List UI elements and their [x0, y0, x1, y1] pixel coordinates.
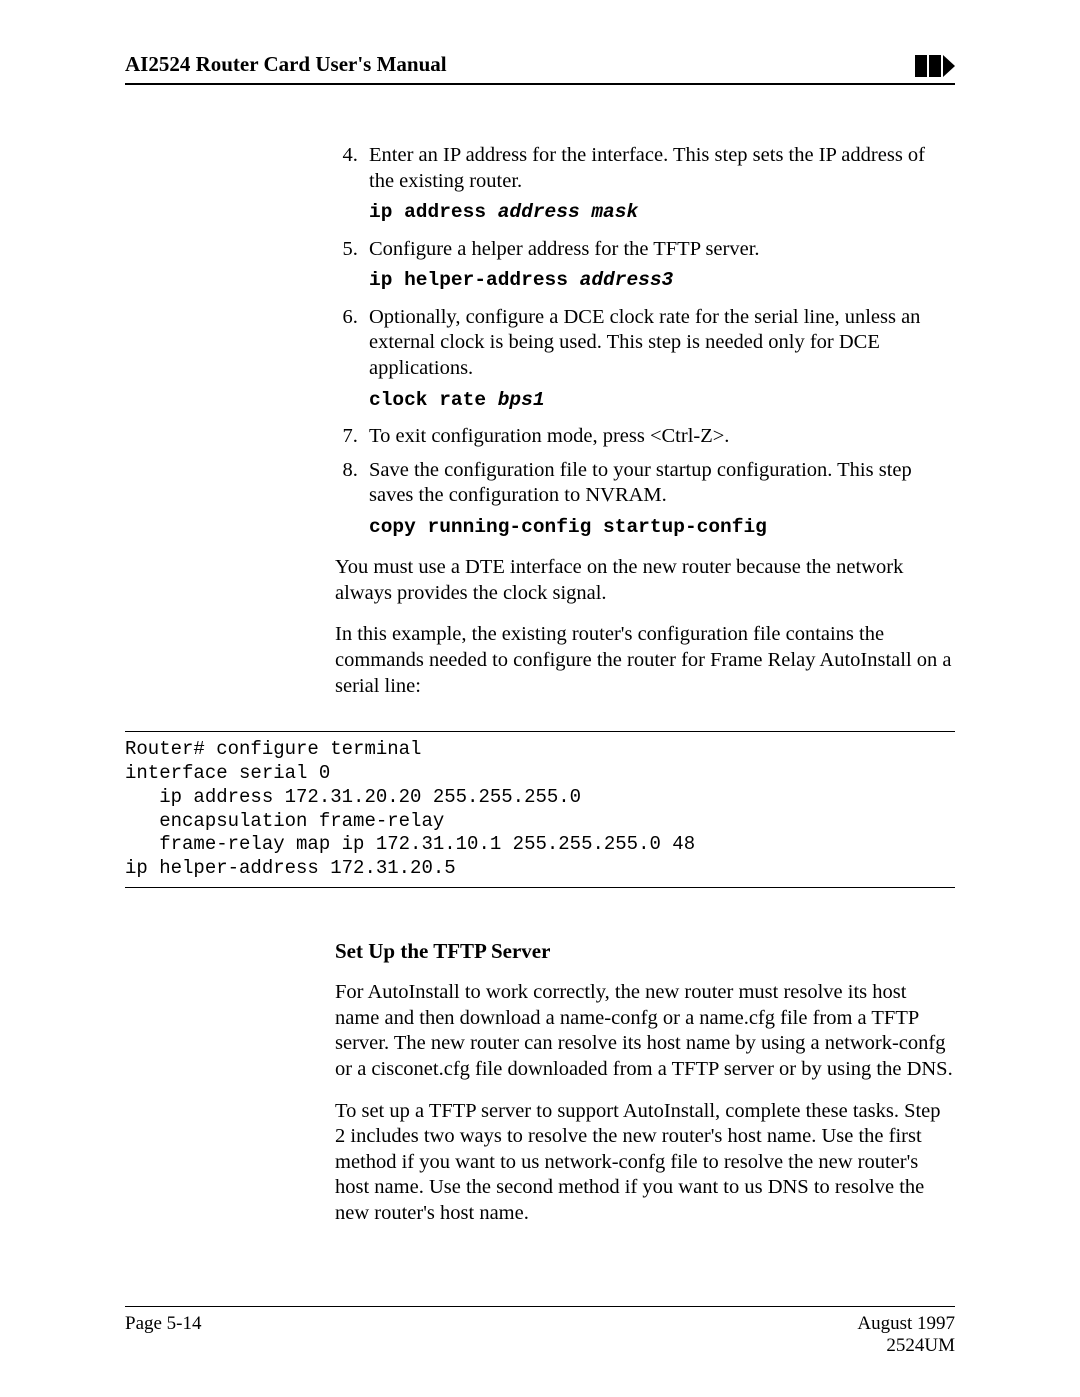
step-7-text: To exit configuration mode, press <Ctrl-… [369, 424, 955, 450]
footer-date: August 1997 [857, 1313, 955, 1335]
body-paragraph-2: In this example, the existing router's c… [335, 622, 955, 699]
step-8: Save the configuration file to your star… [363, 458, 955, 540]
step-8-text: Save the configuration file to your star… [369, 458, 955, 509]
cmd-arg: bps1 [498, 389, 545, 411]
step-6: Optionally, configure a DCE clock rate f… [363, 305, 955, 412]
step-5-command: ip helper-address address3 [369, 268, 955, 292]
footer-row: Page 5-14 August 1997 2524UM [125, 1306, 955, 1357]
step-4-command: ip address address mask [369, 200, 955, 224]
cmd-keyword: ip helper-address [369, 269, 568, 291]
step-4: Enter an IP address for the interface. T… [363, 143, 955, 225]
section-paragraph-2: To set up a TFTP server to support AutoI… [335, 1099, 955, 1227]
cmd-keyword: ip address [369, 201, 486, 223]
step-8-command: copy running-config startup-config [369, 515, 955, 539]
page-content: Enter an IP address for the interface. T… [125, 143, 955, 1227]
header-title: AI2524 Router Card User's Manual [125, 52, 447, 77]
step-5: Configure a helper address for the TFTP … [363, 237, 955, 293]
step-list: Enter an IP address for the interface. T… [335, 143, 955, 539]
step-5-text: Configure a helper address for the TFTP … [369, 237, 955, 263]
cmd-arg: address3 [580, 269, 674, 291]
page-header: AI2524 Router Card User's Manual [125, 52, 955, 85]
step-4-text: Enter an IP address for the interface. T… [369, 143, 955, 194]
body-paragraph-1: You must use a DTE interface on the new … [335, 555, 955, 606]
step-6-text: Optionally, configure a DCE clock rate f… [369, 305, 955, 382]
footer-page-number: Page 5-14 [125, 1313, 202, 1357]
code-block: Router# configure terminal interface ser… [125, 738, 955, 881]
footer-docnum: 2524UM [857, 1335, 955, 1357]
section-paragraph-1: For AutoInstall to work correctly, the n… [335, 980, 955, 1083]
page-footer: Page 5-14 August 1997 2524UM [125, 1306, 955, 1357]
divider-bottom [125, 887, 955, 888]
footer-right: August 1997 2524UM [857, 1313, 955, 1357]
step-6-command: clock rate bps1 [369, 388, 955, 412]
cmd-arg: address mask [498, 201, 638, 223]
brand-logo-icon [915, 55, 955, 77]
section-heading: Set Up the TFTP Server [335, 938, 955, 964]
divider-top [125, 731, 955, 732]
code-example: Router# configure terminal interface ser… [125, 731, 955, 888]
page: AI2524 Router Card User's Manual Enter a… [0, 0, 1080, 1397]
cmd-keyword: copy running-config startup-config [369, 516, 767, 538]
cmd-keyword: clock rate [369, 389, 486, 411]
step-7: To exit configuration mode, press <Ctrl-… [363, 424, 955, 450]
